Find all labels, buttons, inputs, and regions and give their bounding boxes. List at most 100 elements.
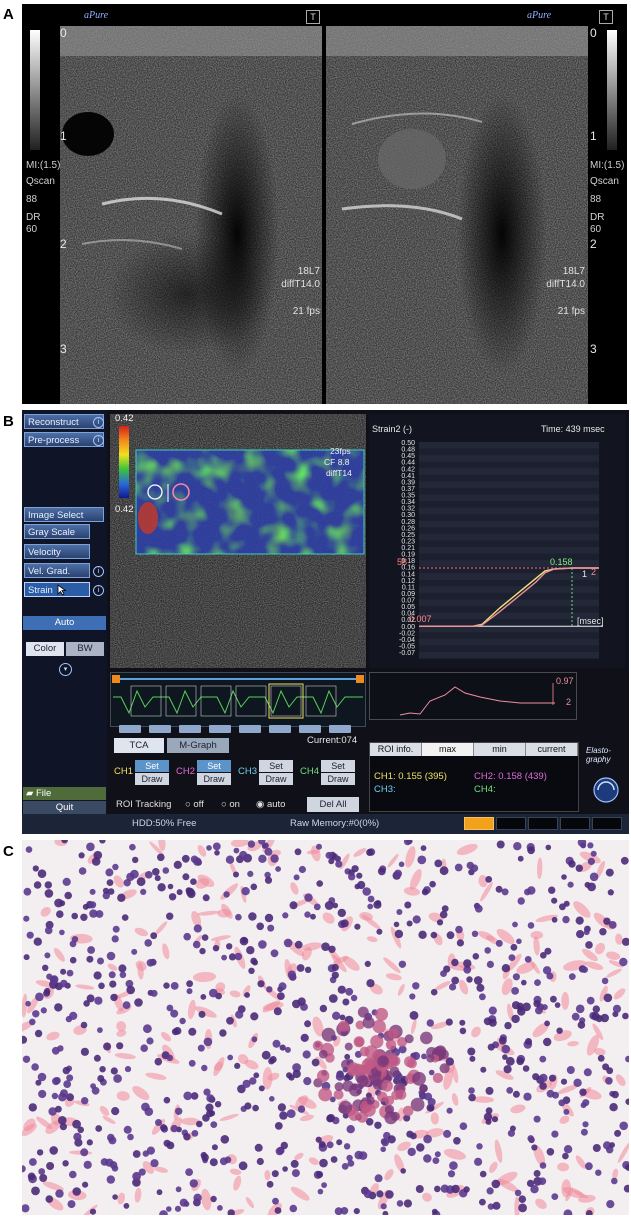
color-scale-top-label: 0.42 <box>115 413 134 424</box>
overlay-cf: CF 8.8 <box>324 457 350 467</box>
depth-mark-2-right: 2 <box>590 237 597 251</box>
qscan-value-right: 88 <box>590 194 602 205</box>
hdd-status: HDD:50% Free <box>132 818 197 829</box>
channel-3: CH3 Set Draw <box>238 760 296 786</box>
preset-label-right: diffT14.0 <box>546 279 585 290</box>
auto-button[interactable]: Auto <box>23 616 106 630</box>
channel-1-label: CH1 <box>114 766 134 777</box>
grid-band <box>419 442 599 449</box>
channel-1: CH1 Set Draw <box>114 760 172 786</box>
roi-on-radio[interactable]: ○ on <box>221 798 240 812</box>
channel-2-set-button[interactable]: Set <box>197 760 231 772</box>
qscan-label-right: Qscan <box>590 176 619 187</box>
elastography-logo: Elasto- graphy <box>584 740 628 810</box>
vel-grad-info-icon[interactable]: i <box>93 566 104 577</box>
velocity-button[interactable]: Velocity <box>24 544 90 559</box>
roi-auto-radio[interactable]: ◉ auto <box>256 798 285 812</box>
channel-2-label: CH2 <box>176 766 196 777</box>
brand-logo-left: aPure <box>84 10 109 21</box>
preprocess-button[interactable]: Pre-process <box>24 432 104 447</box>
grid-band <box>419 494 599 502</box>
grid-band <box>419 455 599 462</box>
raw-memory-status: Raw Memory:#0(0%) <box>290 818 380 829</box>
strain-graph: 0.50 0.48 0.45 0.44 0.42 0.41 0.39 0.37 0.35 0.34… <box>369 414 625 668</box>
channel-1-draw-button[interactable]: Draw <box>135 773 169 785</box>
file-button[interactable]: ▰ File <box>23 787 106 800</box>
qscan-value-left: 88 <box>26 194 38 205</box>
image-select-button[interactable]: Image Select <box>24 507 104 522</box>
storage-slot-4[interactable] <box>560 817 590 830</box>
tab-m-graph[interactable]: M-Graph <box>167 738 229 753</box>
gray-scale-button[interactable]: Gray Scale <box>24 524 90 539</box>
grid-band <box>419 652 599 659</box>
bw-tab[interactable]: BW <box>66 642 104 656</box>
del-all-button[interactable]: Del All <box>307 797 359 812</box>
tab-roi-info[interactable]: ROI info. <box>370 743 422 756</box>
cytology-micrograph <box>22 840 629 1215</box>
strain-info-icon[interactable]: i <box>93 585 104 596</box>
ultrasound-panel: aPure T aPure T 0 1 2 3 MI:(1.5) Qscan 8… <box>22 4 627 404</box>
storage-slot-5[interactable] <box>592 817 622 830</box>
channel-4-set-button[interactable]: Set <box>321 760 355 772</box>
ch1-value: CH1: 0.155 (395) <box>374 771 447 782</box>
color-scale-bottom-label: 0.42 <box>115 504 134 515</box>
folder-icon: ▰ <box>26 788 36 799</box>
waveform-strip <box>110 672 366 727</box>
storage-slot-3[interactable] <box>528 817 558 830</box>
dr-label-right: DR <box>590 212 605 223</box>
channel-3-draw-button[interactable]: Draw <box>259 773 293 785</box>
grid-band <box>419 481 599 488</box>
grid-band <box>419 533 599 541</box>
reconstruct-info-icon[interactable]: i <box>93 417 104 428</box>
stop-button[interactable] <box>209 725 231 733</box>
overlay-fps: 23fps <box>330 446 351 456</box>
channel-3-set-button[interactable]: Set <box>259 760 293 772</box>
color-tab[interactable]: Color <box>26 642 64 656</box>
storage-slot-2[interactable] <box>496 817 526 830</box>
vel-grad-button[interactable]: Vel. Grad. <box>24 563 90 578</box>
step-forward-button[interactable] <box>269 725 291 733</box>
end-button[interactable] <box>329 725 351 733</box>
small-graph-value: 0.97 <box>556 676 574 686</box>
play-button[interactable] <box>239 725 261 733</box>
graph-title: Strain2 (-) <box>372 424 413 434</box>
play-back-button[interactable] <box>179 725 201 733</box>
step-back-button[interactable] <box>149 725 171 733</box>
tab-max[interactable]: max <box>422 743 474 756</box>
graph-marker-left: 58 <box>397 557 408 567</box>
panel-label-b: B <box>3 413 14 430</box>
file-button-label: File <box>35 788 52 799</box>
graph-start-label: 0.007 <box>409 614 432 624</box>
tab-tca[interactable]: TCA <box>114 738 164 753</box>
mi-label-left: MI:(1.5) <box>26 160 61 171</box>
depth-mark-1-left: 1 <box>60 129 67 143</box>
channel-4-draw-button[interactable]: Draw <box>321 773 355 785</box>
channel-2: CH2 Set Draw <box>176 760 234 786</box>
fast-forward-button[interactable] <box>299 725 321 733</box>
preset-label-left: diffT14.0 <box>281 279 320 290</box>
qscan-label-left: Qscan <box>26 176 55 187</box>
channel-1-set-button[interactable]: Set <box>135 760 169 772</box>
playback-controls <box>119 721 359 733</box>
channel-3-label: CH3 <box>238 766 258 777</box>
roi-off-radio[interactable]: ○ off <box>185 798 204 812</box>
rewind-button[interactable] <box>119 725 141 733</box>
mouse-cursor-icon <box>57 584 67 596</box>
quit-button[interactable]: Quit <box>23 801 106 814</box>
left-control-sidebar <box>22 410 107 810</box>
reconstruct-button[interactable]: Reconstruct <box>24 414 104 429</box>
preprocess-info-icon[interactable]: i <box>93 435 104 446</box>
channel-2-draw-button[interactable]: Draw <box>197 773 231 785</box>
probe-label-left: 18L7 <box>297 266 320 277</box>
radio-auto-selected-icon: ◉ <box>256 799 267 810</box>
tab-current[interactable]: current <box>526 743 578 756</box>
dropdown-circle-icon[interactable]: ▾ <box>59 663 72 676</box>
graph-time: Time: 439 msec <box>541 424 605 434</box>
tab-min[interactable]: min <box>474 743 526 756</box>
storage-slot-1[interactable] <box>464 817 494 830</box>
overlay-preset: diffT14 <box>326 468 352 478</box>
panel-label-a: A <box>3 6 14 23</box>
dr-value-right: 60 <box>590 224 602 235</box>
elastography-image <box>110 414 366 668</box>
depth-mark-1-right: 1 <box>590 129 597 143</box>
